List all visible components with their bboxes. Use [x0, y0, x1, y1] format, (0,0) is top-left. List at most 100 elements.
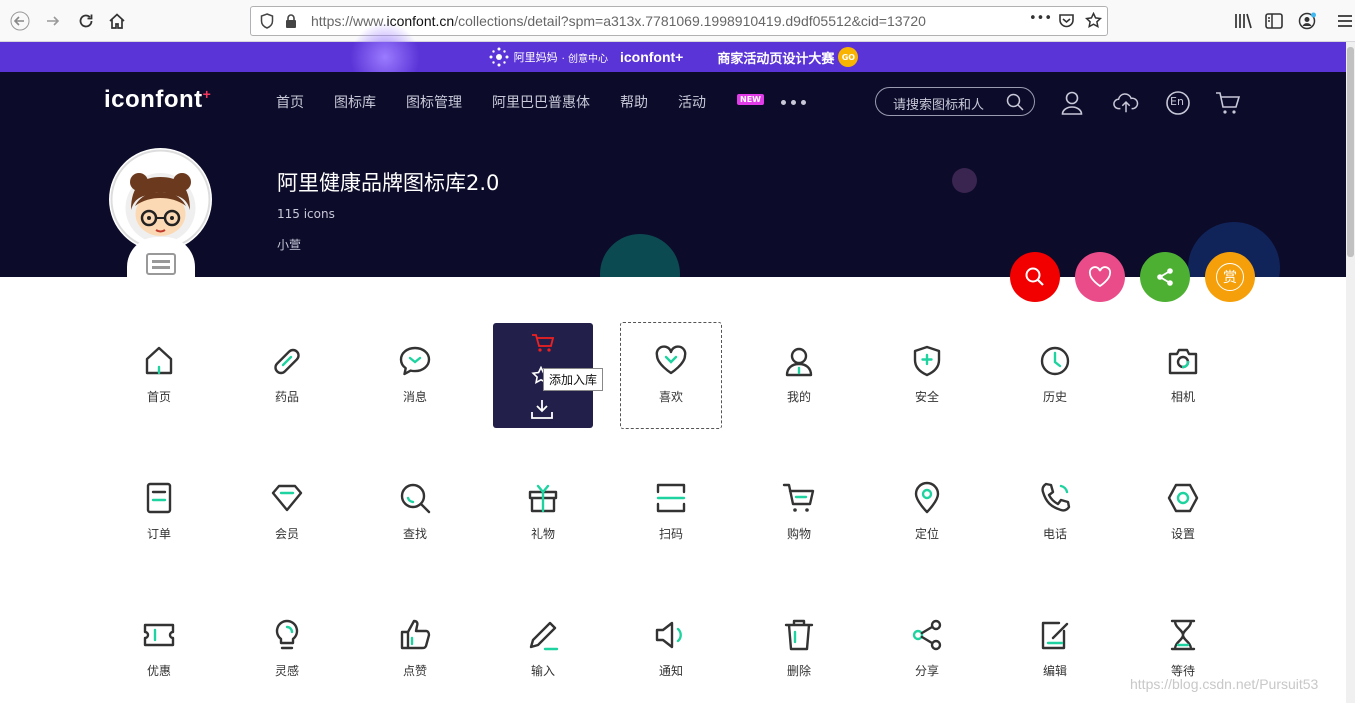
user-icon[interactable] — [1059, 90, 1085, 116]
scrollbar-thumb[interactable] — [1347, 47, 1354, 257]
promo-banner[interactable]: 阿里妈妈 · 创意中心 iconfont+ 商家活动页设计大赛 GO — [0, 22, 1346, 92]
icon-label: 安全 — [914, 390, 939, 404]
search-icon[interactable] — [1006, 93, 1024, 115]
home-icon — [145, 346, 173, 375]
icon-label: 设置 — [1170, 527, 1195, 541]
tracking-shield-icon[interactable] — [260, 13, 274, 33]
upload-cloud-icon[interactable] — [1113, 90, 1139, 116]
nav-home[interactable]: 首页 — [276, 92, 304, 112]
icon-card-settings[interactable]: 设置 — [1133, 461, 1233, 566]
search-input[interactable]: 请搜索图标和人 — [875, 87, 1035, 116]
icon-card-phone[interactable]: 电话 — [1005, 461, 1105, 566]
icon-card-search[interactable]: 查找 — [365, 461, 465, 566]
icon-card-heart[interactable]: 喜欢 — [621, 324, 721, 429]
lock-icon[interactable] — [285, 13, 297, 33]
page-scrollbar[interactable] — [1346, 42, 1355, 703]
add-to-library-tooltip: 添加入库 — [543, 368, 604, 391]
icon-card-pill[interactable]: 药品 — [237, 324, 337, 429]
bookmark-star-icon[interactable] — [1084, 11, 1103, 33]
back-icon[interactable] — [7, 8, 33, 34]
cart-icon — [782, 483, 815, 512]
phone-icon — [1041, 482, 1071, 512]
search-placeholder: 请搜索图标和人 — [893, 98, 985, 113]
diamond-icon — [271, 484, 303, 512]
icon-card-coupon[interactable]: 优惠 — [109, 598, 209, 703]
nav-icon-management[interactable]: 图标管理 — [406, 92, 462, 112]
icon-card-bulb[interactable]: 灵感 — [237, 598, 337, 703]
icon-label: 电话 — [1042, 527, 1067, 541]
icon-label: 首页 — [146, 390, 171, 404]
reward-fab-label: 赏 — [1216, 263, 1244, 291]
pocket-icon[interactable] — [1058, 13, 1075, 33]
nav-help[interactable]: 帮助 — [620, 92, 648, 112]
icon-card-scan[interactable]: 扫码 — [621, 461, 721, 566]
browser-toolbar: https://www.iconfont.cn/collections/deta… — [0, 0, 1355, 42]
icon-card-thumbs-up[interactable]: 点赞 — [365, 598, 465, 703]
scan-icon — [656, 483, 686, 513]
account-icon[interactable] — [1297, 11, 1317, 31]
icon-card-location[interactable]: 定位 — [877, 461, 977, 566]
site-header: iconfont+ 首页 图标库 图标管理 阿里巴巴普惠体 帮助 活动 NEW 请… — [0, 72, 1346, 277]
author-avatar[interactable] — [109, 148, 212, 251]
nav-icon-library[interactable]: 图标库 — [334, 92, 376, 112]
library-icon[interactable] — [1233, 11, 1253, 31]
heart-icon — [655, 345, 687, 375]
icon-card-home[interactable]: 首页 — [109, 324, 209, 429]
banner-logo: iconfont+ — [619, 49, 684, 65]
icon-label: 喜欢 — [658, 390, 683, 404]
icon-label: 相机 — [1170, 390, 1195, 404]
icon-label: 点赞 — [402, 664, 427, 678]
icon-label: 删除 — [786, 664, 811, 678]
icon-card-user[interactable]: 我的 — [749, 324, 849, 429]
camera-icon — [1168, 348, 1198, 375]
icon-card-share[interactable]: 分享 — [877, 598, 977, 703]
icon-card-edit[interactable]: 编辑 — [1005, 598, 1105, 703]
share-icon — [912, 619, 942, 651]
reload-icon[interactable] — [73, 8, 99, 34]
icon-card-shield[interactable]: 安全 — [877, 324, 977, 429]
home-icon[interactable] — [104, 8, 130, 34]
banner-go-badge[interactable]: GO — [838, 47, 859, 67]
icon-card-diamond[interactable]: 会员 — [237, 461, 337, 566]
icon-card-message[interactable]: 消息 — [365, 324, 465, 429]
share-fab[interactable] — [1140, 252, 1190, 302]
sidebar-icon[interactable] — [1264, 11, 1284, 31]
coupon-icon — [143, 623, 175, 647]
search-icon — [400, 483, 431, 514]
forward-icon[interactable] — [40, 8, 66, 34]
banner-event-title: 商家活动页设计大赛 — [717, 51, 835, 67]
reward-fab[interactable]: 赏 — [1205, 252, 1255, 302]
more-nav-icon[interactable] — [781, 100, 806, 105]
icon-label: 定位 — [914, 527, 939, 541]
icon-card-gift[interactable]: 礼物 — [493, 461, 593, 566]
language-icon[interactable]: En — [1165, 90, 1191, 116]
like-fab[interactable] — [1075, 252, 1125, 302]
icon-label: 灵感 — [274, 664, 299, 678]
nav-activity[interactable]: 活动 NEW — [678, 92, 764, 112]
icon-card-trash[interactable]: 删除 — [749, 598, 849, 703]
user-icon — [785, 347, 813, 377]
icon-label: 历史 — [1042, 390, 1067, 404]
icon-card-pen[interactable]: 输入 — [493, 598, 593, 703]
heart-fab-icon — [1088, 266, 1112, 288]
add-to-cart-icon[interactable] — [531, 333, 555, 357]
icon-card-speaker[interactable]: 通知 — [621, 598, 721, 703]
download-icon[interactable] — [531, 399, 553, 423]
cart-icon[interactable] — [1215, 90, 1241, 116]
icon-card-order[interactable]: 订单 — [109, 461, 209, 566]
icon-label: 查找 — [402, 527, 427, 541]
collection-author[interactable]: 小萱 — [277, 236, 301, 253]
icon-card-camera[interactable]: 相机 — [1133, 324, 1233, 429]
icon-card-cart[interactable]: 购物 — [749, 461, 849, 566]
nav-alibaba-font[interactable]: 阿里巴巴普惠体 — [492, 92, 590, 112]
icon-label: 我的 — [786, 390, 811, 404]
share-fab-icon — [1157, 268, 1173, 286]
banner-brand: 阿里妈妈 — [513, 51, 558, 64]
iconfont-logo[interactable]: iconfont+ — [104, 86, 211, 114]
page-actions-menu[interactable]: ••• — [1029, 11, 1052, 26]
icon-card-clock[interactable]: 历史 — [1005, 324, 1105, 429]
avatar-astronaut-body — [127, 237, 195, 282]
settings-icon — [1167, 483, 1199, 513]
search-fab[interactable] — [1010, 252, 1060, 302]
hamburger-menu-icon[interactable] — [1335, 11, 1355, 31]
